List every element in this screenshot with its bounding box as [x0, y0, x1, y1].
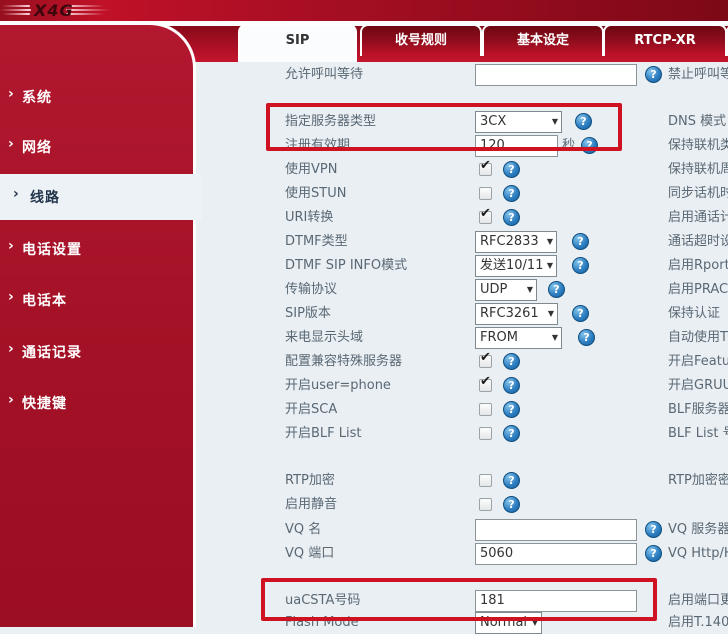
sidebar-item-system[interactable]: › 系统	[0, 74, 193, 120]
chevron-right-icon: ›	[8, 289, 14, 305]
field-label: DNS 模式	[668, 114, 727, 129]
field-label: 启用Rport	[668, 258, 728, 273]
field-label: 启用端口更新	[668, 593, 728, 608]
chevron-right-icon: ›	[8, 341, 14, 357]
tab-rtcp-xr[interactable]: RTCP-XR	[603, 24, 727, 56]
sidebar-item-label: 快捷键	[22, 396, 67, 412]
chevron-right-icon: ›	[8, 136, 14, 152]
field-label: VQ 服务器地址	[668, 522, 728, 537]
field-label: 启用PRACK	[668, 282, 728, 297]
chevron-right-icon: ›	[8, 86, 14, 102]
device-model-logo: X4G	[34, 1, 74, 20]
field-label: VQ Http/Https服务器	[668, 546, 728, 561]
sidebar-item-label: 系统	[22, 90, 52, 106]
field-label: BLF List 号码	[668, 426, 728, 441]
sidebar-item-network[interactable]: › 网络	[0, 124, 193, 170]
field-label: 禁止呼叫等待音	[668, 67, 728, 82]
field-label: BLF服务器	[668, 402, 728, 417]
sidebar-item-label: 电话设置	[22, 242, 82, 258]
chevron-right-icon: ›	[8, 238, 14, 254]
field-checkbox[interactable]	[479, 498, 492, 511]
field-label: 启用T.140	[668, 615, 728, 630]
sidebar-item-phonebook[interactable]: › 电话本	[0, 277, 193, 323]
help-icon[interactable]: ?	[503, 496, 520, 513]
chevron-right-icon: ›	[13, 186, 19, 202]
tab-dial-plan[interactable]: 收号规则	[360, 24, 482, 56]
sidebar-item-function-key[interactable]: › 快捷键	[0, 380, 193, 426]
field-label: 同步话机时间	[668, 186, 728, 201]
field-label: 启用静音	[285, 497, 338, 512]
sidebar-item-call-log[interactable]: › 通话记录	[0, 329, 193, 375]
annotation-highlight-box	[266, 103, 622, 151]
sidebar-item-label: 网络	[22, 140, 52, 156]
tab-sip[interactable]: SIP	[238, 24, 357, 62]
field-label: 通话超时设置	[668, 234, 728, 249]
field-label: 开启GRUU	[668, 378, 728, 393]
field-label: 保持联机类型	[668, 138, 728, 153]
field-label: RTP加密密钥	[668, 473, 728, 488]
sidebar-item-line[interactable]: › 线路	[0, 174, 202, 220]
sidebar-item-phone-settings[interactable]: › 电话设置	[0, 226, 193, 272]
field-label: 保持认证	[668, 306, 721, 321]
tab-basic-settings[interactable]: 基本设定	[482, 24, 604, 56]
sidebar: › 系统 › 网络 › 线路 › 电话设置 › 电话本 › 通话记录 › 快捷键	[0, 22, 202, 627]
sidebar-item-label: 电话本	[22, 293, 67, 309]
chevron-right-icon: ›	[8, 392, 14, 408]
sidebar-item-label: 线路	[30, 190, 60, 206]
annotation-highlight-box	[261, 578, 657, 621]
field-label: 保持联机周期	[668, 162, 728, 177]
field-label: 开启Feature Sync	[668, 354, 728, 369]
sidebar-item-label: 通话记录	[22, 345, 82, 361]
field-label: 启用通话计时	[668, 210, 728, 225]
field-label: 自动使用TCP	[668, 330, 728, 345]
